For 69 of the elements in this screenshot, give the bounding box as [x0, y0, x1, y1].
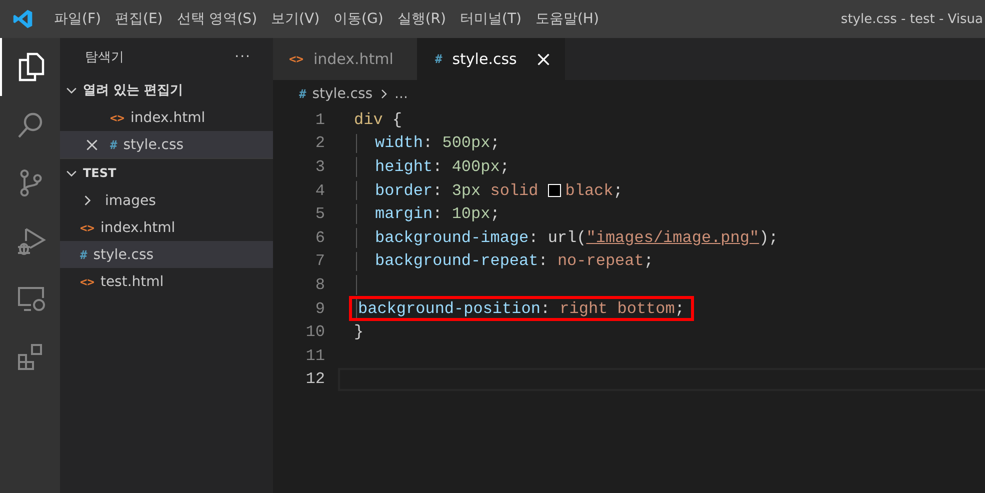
- line-number: 11: [304, 346, 325, 365]
- line-number: 4: [314, 182, 325, 200]
- chevron-icon[interactable]: [82, 195, 93, 206]
- close-icon[interactable]: [86, 138, 98, 150]
- menu-item[interactable]: 보기(V): [265, 10, 328, 28]
- file-type-icon: <>: [80, 274, 94, 288]
- code-text: background-image: url("images/image.png");: [374, 228, 778, 248]
- search-icon[interactable]: [17, 111, 45, 139]
- open-editor-item[interactable]: <> index.html: [60, 104, 273, 131]
- menu-item[interactable]: 터미널(T): [454, 10, 530, 28]
- code-text: width: 500px;: [374, 134, 500, 153]
- app-logo-icon: [12, 8, 34, 30]
- sidebar-title: 탐색기: [85, 49, 124, 66]
- editor-tab[interactable]: <> index.html: [273, 38, 417, 80]
- line-number: 9: [314, 300, 325, 318]
- breadcrumb-item[interactable]: ...: [394, 86, 408, 102]
- folder-title[interactable]: TEST: [83, 166, 116, 180]
- code-text: margin: 10px;: [374, 204, 500, 224]
- file-type-icon: <>: [80, 220, 94, 234]
- line-number: 2: [314, 134, 325, 152]
- remote-explorer-icon[interactable]: [16, 285, 46, 313]
- section-title[interactable]: 열려 있는 편집기: [83, 81, 184, 99]
- file-type-icon: #: [435, 52, 442, 66]
- code-text: height: 400px;: [374, 157, 510, 176]
- line-number: 8: [314, 276, 325, 294]
- files-icon[interactable]: [17, 52, 45, 82]
- file-tree-item[interactable]: images: [60, 187, 273, 214]
- tab-label: index.html: [313, 50, 394, 68]
- code-text: border: 3px solid black;: [374, 181, 623, 200]
- line-number: 1: [314, 110, 325, 129]
- menu-item[interactable]: 이동(G): [328, 10, 392, 28]
- menu-item[interactable]: 편집(E): [108, 10, 171, 28]
- menu-item[interactable]: 실행(R): [391, 10, 454, 28]
- run-debug-icon[interactable]: [16, 226, 46, 256]
- file-name: index.html: [100, 220, 176, 236]
- menu-item[interactable]: 파일(F): [48, 10, 109, 28]
- open-editor-item[interactable]: # style.css: [60, 131, 273, 158]
- code-text: background-repeat: no-repeat;: [374, 252, 654, 271]
- file-name: test.html: [100, 274, 164, 290]
- chevron-icon: [378, 88, 389, 100]
- file-type-icon: <>: [110, 110, 124, 124]
- line-number: 5: [314, 205, 325, 224]
- file-tree-item[interactable]: <> index.html: [60, 214, 273, 241]
- file-type-icon: #: [110, 138, 118, 152]
- file-type-icon: #: [299, 87, 306, 101]
- file-tree-item[interactable]: <> test.html: [60, 268, 273, 295]
- menu-item[interactable]: 도움말(H): [529, 10, 607, 28]
- file-type-icon: #: [80, 248, 88, 262]
- file-name: style.css: [123, 136, 184, 152]
- line-number: 3: [314, 158, 325, 176]
- file-tree-item[interactable]: # style.css: [60, 241, 273, 268]
- line-number: 10: [304, 323, 325, 342]
- code-text: div {: [353, 110, 402, 130]
- line-number: 12: [304, 370, 325, 388]
- breadcrumb-item[interactable]: style.css: [312, 86, 373, 102]
- menu-item[interactable]: 선택 영역(S): [170, 10, 266, 28]
- editor-tab[interactable]: # style.css: [417, 38, 565, 80]
- code-text: }: [353, 322, 364, 342]
- tab-label: style.css: [452, 50, 517, 68]
- more-actions-button[interactable]: ···: [234, 49, 251, 65]
- file-type-icon: <>: [289, 52, 304, 66]
- window-title: style.css - test - Visua: [840, 12, 984, 26]
- source-control-icon[interactable]: [18, 168, 44, 198]
- line-number: 6: [314, 228, 325, 247]
- file-name: images: [105, 192, 156, 208]
- file-name: index.html: [130, 110, 206, 126]
- file-name: style.css: [93, 246, 154, 262]
- code-text: background-position: right bottom;: [352, 299, 692, 318]
- line-number: 7: [314, 252, 325, 270]
